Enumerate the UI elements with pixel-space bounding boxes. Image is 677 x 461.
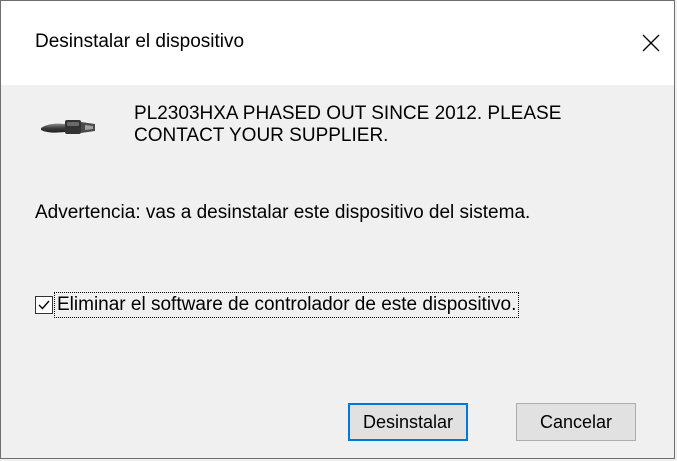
close-button[interactable]: [628, 1, 674, 85]
title-bar: Desinstalar el dispositivo: [1, 1, 674, 85]
warning-message: Advertencia: vas a desinstalar este disp…: [35, 202, 531, 223]
delete-driver-label[interactable]: Eliminar el software de controlador de e…: [53, 292, 520, 318]
uninstall-button[interactable]: Desinstalar: [348, 403, 468, 441]
close-icon: [642, 34, 660, 52]
usb-serial-cable-icon: [41, 120, 95, 134]
uninstall-device-dialog: Desinstalar el dispositivo PL2303HXA PHA…: [0, 0, 675, 459]
delete-driver-checkbox[interactable]: [35, 296, 53, 314]
dialog-title: Desinstalar el dispositivo: [35, 31, 245, 52]
device-name: PL2303HXA PHASED OUT SINCE 2012. PLEASE …: [134, 103, 562, 146]
checkmark-icon: [38, 300, 50, 310]
delete-driver-option[interactable]: Eliminar el software de controlador de e…: [35, 292, 520, 318]
cancel-button[interactable]: Cancelar: [516, 403, 636, 441]
